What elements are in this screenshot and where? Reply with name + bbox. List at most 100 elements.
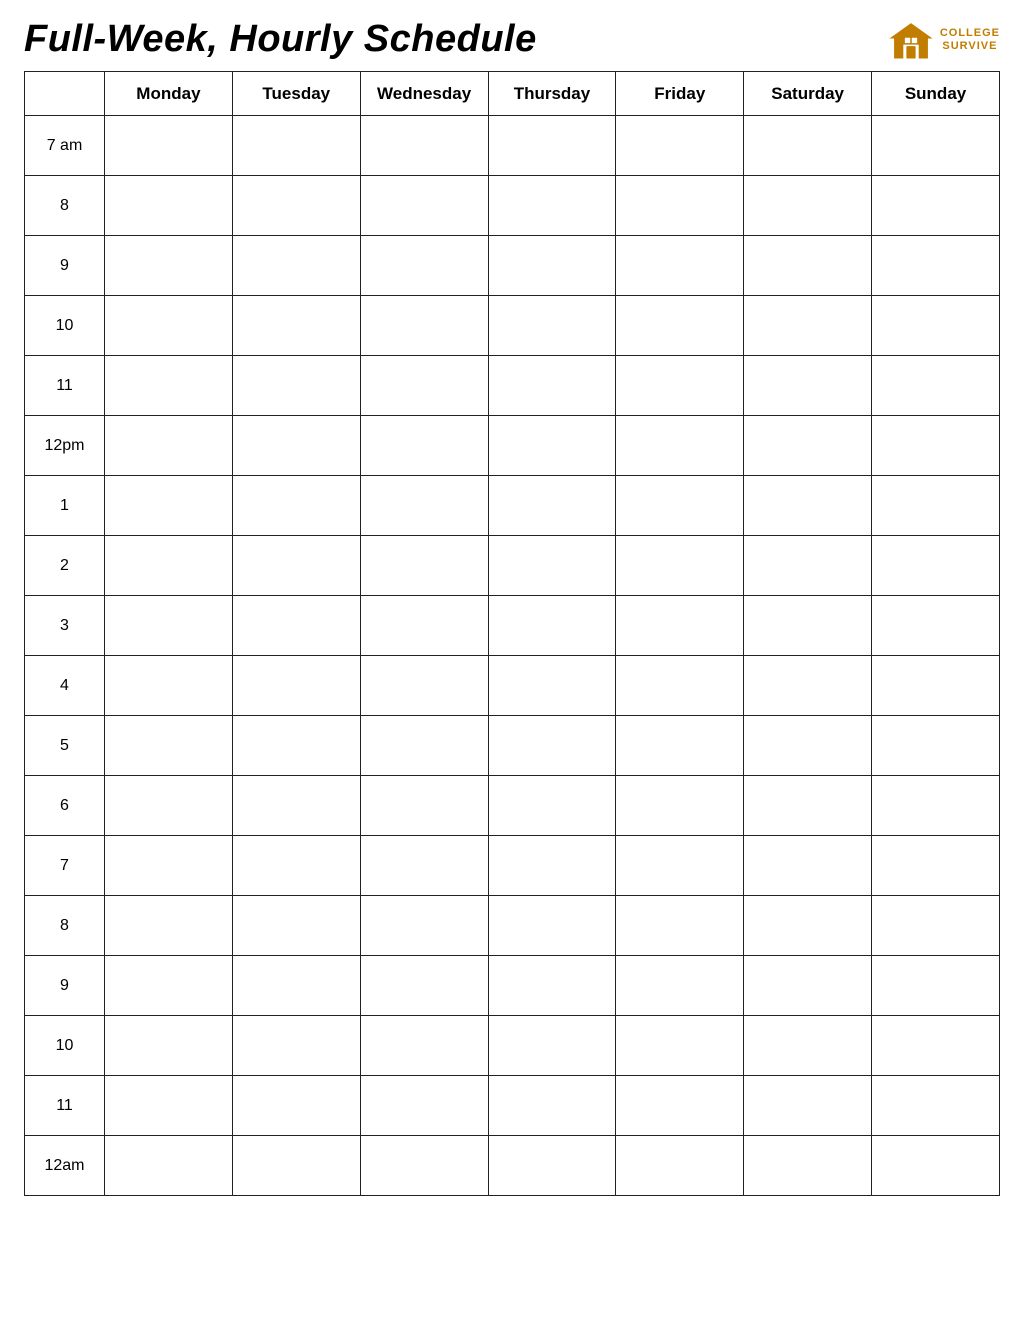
schedule-cell[interactable] — [872, 656, 1000, 716]
schedule-cell[interactable] — [872, 236, 1000, 296]
schedule-cell[interactable] — [616, 896, 744, 956]
schedule-cell[interactable] — [744, 416, 872, 476]
schedule-cell[interactable] — [744, 236, 872, 296]
schedule-cell[interactable] — [872, 896, 1000, 956]
schedule-cell[interactable] — [360, 716, 488, 776]
schedule-cell[interactable] — [105, 896, 233, 956]
schedule-cell[interactable] — [232, 1016, 360, 1076]
schedule-cell[interactable] — [872, 296, 1000, 356]
schedule-cell[interactable] — [232, 176, 360, 236]
schedule-cell[interactable] — [744, 356, 872, 416]
schedule-cell[interactable] — [616, 476, 744, 536]
schedule-cell[interactable] — [744, 296, 872, 356]
schedule-cell[interactable] — [360, 656, 488, 716]
schedule-cell[interactable] — [488, 776, 616, 836]
schedule-cell[interactable] — [488, 176, 616, 236]
schedule-cell[interactable] — [360, 116, 488, 176]
schedule-cell[interactable] — [232, 956, 360, 1016]
schedule-cell[interactable] — [105, 596, 233, 656]
schedule-cell[interactable] — [232, 776, 360, 836]
schedule-cell[interactable] — [616, 716, 744, 776]
schedule-cell[interactable] — [872, 356, 1000, 416]
schedule-cell[interactable] — [616, 416, 744, 476]
schedule-cell[interactable] — [488, 896, 616, 956]
schedule-cell[interactable] — [744, 776, 872, 836]
schedule-cell[interactable] — [616, 656, 744, 716]
schedule-cell[interactable] — [488, 476, 616, 536]
schedule-cell[interactable] — [105, 296, 233, 356]
schedule-cell[interactable] — [360, 356, 488, 416]
schedule-cell[interactable] — [232, 656, 360, 716]
schedule-cell[interactable] — [872, 1016, 1000, 1076]
schedule-cell[interactable] — [488, 1136, 616, 1196]
schedule-cell[interactable] — [488, 956, 616, 1016]
schedule-cell[interactable] — [232, 116, 360, 176]
schedule-cell[interactable] — [360, 1016, 488, 1076]
schedule-cell[interactable] — [360, 476, 488, 536]
schedule-cell[interactable] — [488, 356, 616, 416]
schedule-cell[interactable] — [616, 176, 744, 236]
schedule-cell[interactable] — [616, 116, 744, 176]
schedule-cell[interactable] — [616, 1136, 744, 1196]
schedule-cell[interactable] — [360, 236, 488, 296]
schedule-cell[interactable] — [744, 956, 872, 1016]
schedule-cell[interactable] — [872, 116, 1000, 176]
schedule-cell[interactable] — [744, 656, 872, 716]
schedule-cell[interactable] — [872, 476, 1000, 536]
schedule-cell[interactable] — [872, 596, 1000, 656]
schedule-cell[interactable] — [105, 236, 233, 296]
schedule-cell[interactable] — [105, 836, 233, 896]
schedule-cell[interactable] — [488, 656, 616, 716]
schedule-cell[interactable] — [232, 716, 360, 776]
schedule-cell[interactable] — [488, 116, 616, 176]
schedule-cell[interactable] — [616, 536, 744, 596]
schedule-cell[interactable] — [232, 1076, 360, 1136]
schedule-cell[interactable] — [105, 356, 233, 416]
schedule-cell[interactable] — [488, 1016, 616, 1076]
schedule-cell[interactable] — [872, 776, 1000, 836]
schedule-cell[interactable] — [744, 716, 872, 776]
schedule-cell[interactable] — [744, 836, 872, 896]
schedule-cell[interactable] — [105, 1016, 233, 1076]
schedule-cell[interactable] — [872, 956, 1000, 1016]
schedule-cell[interactable] — [872, 716, 1000, 776]
schedule-cell[interactable] — [616, 1016, 744, 1076]
schedule-cell[interactable] — [488, 236, 616, 296]
schedule-cell[interactable] — [232, 596, 360, 656]
schedule-cell[interactable] — [360, 296, 488, 356]
schedule-cell[interactable] — [872, 1076, 1000, 1136]
schedule-cell[interactable] — [105, 1136, 233, 1196]
schedule-cell[interactable] — [232, 296, 360, 356]
schedule-cell[interactable] — [232, 236, 360, 296]
schedule-cell[interactable] — [105, 536, 233, 596]
schedule-cell[interactable] — [105, 716, 233, 776]
schedule-cell[interactable] — [616, 236, 744, 296]
schedule-cell[interactable] — [105, 416, 233, 476]
schedule-cell[interactable] — [616, 296, 744, 356]
schedule-cell[interactable] — [360, 956, 488, 1016]
schedule-cell[interactable] — [232, 536, 360, 596]
schedule-cell[interactable] — [744, 476, 872, 536]
schedule-cell[interactable] — [616, 356, 744, 416]
schedule-cell[interactable] — [105, 776, 233, 836]
schedule-cell[interactable] — [872, 836, 1000, 896]
schedule-cell[interactable] — [360, 1076, 488, 1136]
schedule-cell[interactable] — [872, 416, 1000, 476]
schedule-cell[interactable] — [105, 1076, 233, 1136]
schedule-cell[interactable] — [105, 956, 233, 1016]
schedule-cell[interactable] — [488, 536, 616, 596]
schedule-cell[interactable] — [360, 416, 488, 476]
schedule-cell[interactable] — [872, 176, 1000, 236]
schedule-cell[interactable] — [360, 596, 488, 656]
schedule-cell[interactable] — [488, 296, 616, 356]
schedule-cell[interactable] — [872, 536, 1000, 596]
schedule-cell[interactable] — [360, 1136, 488, 1196]
schedule-cell[interactable] — [232, 356, 360, 416]
schedule-cell[interactable] — [744, 1016, 872, 1076]
schedule-cell[interactable] — [360, 776, 488, 836]
schedule-cell[interactable] — [616, 836, 744, 896]
schedule-cell[interactable] — [360, 536, 488, 596]
schedule-cell[interactable] — [360, 176, 488, 236]
schedule-cell[interactable] — [232, 836, 360, 896]
schedule-cell[interactable] — [616, 776, 744, 836]
